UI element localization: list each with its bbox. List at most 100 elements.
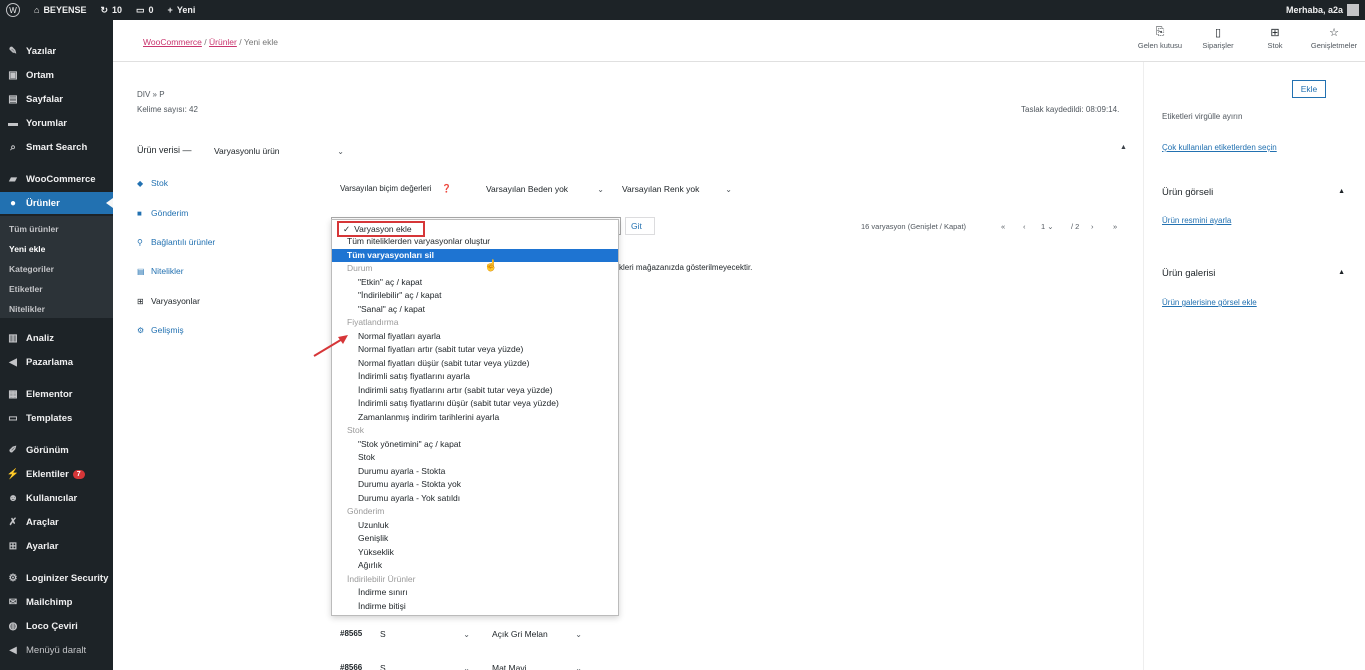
variation-color-value: Açık Gri Melan <box>492 629 548 639</box>
prev-page-icon[interactable]: ‹ <box>1023 222 1026 231</box>
orders-button[interactable]: ▯ Siparişler <box>1193 26 1243 50</box>
pin-icon: ✎ <box>8 45 18 57</box>
last-page-icon[interactable]: » <box>1113 222 1117 231</box>
sidebar-item-analytics[interactable]: ▥ Analiz <box>0 327 113 349</box>
stock-button[interactable]: ⊞ Stok <box>1250 26 1300 50</box>
dropdown-option[interactable]: İndirme bitişi <box>358 600 406 613</box>
sidebar-collapse-menu[interactable]: ◀ Menüyü daralt <box>0 639 113 661</box>
tab-shipping[interactable]: ■ Gönderim <box>137 208 188 218</box>
sidebar-item-media[interactable]: ▣ Ortam <box>0 64 113 86</box>
collapse-image-icon[interactable]: ▲ <box>1338 188 1345 195</box>
variation-color-select[interactable]: Mat Mavi ⌄ <box>487 659 587 670</box>
dropdown-option[interactable]: Uzunluk <box>358 519 389 532</box>
variation-size-select[interactable]: S ⌄ <box>375 659 475 670</box>
inbox-button[interactable]: ⎘ Gelen kutusu <box>1135 26 1185 50</box>
dropdown-option[interactable]: "Sanal" aç / kapat <box>358 303 425 316</box>
popular-tags-link[interactable]: Çok kullanılan etiketlerden seçin <box>1162 143 1277 152</box>
collapse-gallery-icon[interactable]: ▲ <box>1338 269 1345 276</box>
site-name-link[interactable]: ⌂ BEYENSE <box>34 5 86 15</box>
wordpress-logo-icon[interactable]: W <box>6 3 20 17</box>
comments-link[interactable]: ▭ 0 <box>136 5 154 16</box>
bulk-actions-dropdown[interactable]: ✓ Varyasyon ekle Tüm niteliklerden varya… <box>331 219 619 616</box>
submenu-all-products[interactable]: Tüm ürünler <box>9 224 59 234</box>
variation-count[interactable]: 16 varyasyon (Genişlet / Kapat) <box>861 222 966 231</box>
sidebar-item-tools[interactable]: ✗ Araçlar <box>0 511 113 533</box>
page-select[interactable]: 1 ⌄ <box>1041 222 1054 231</box>
dropdown-option[interactable]: İndirme sınırı <box>358 586 408 599</box>
dropdown-option[interactable]: "İndirilebilir" aç / kapat <box>358 289 442 302</box>
sidebar-item-label: Sayfalar <box>26 93 63 105</box>
submenu-add-new[interactable]: Yeni ekle <box>9 244 45 254</box>
account-menu[interactable]: Merhaba, a2a <box>1286 0 1359 20</box>
plus-icon: + <box>167 5 173 15</box>
dropdown-option[interactable]: Normal fiyatları ayarla <box>358 330 441 343</box>
submenu-categories[interactable]: Kategoriler <box>9 264 54 274</box>
default-size-select[interactable]: Varsayılan Beden yok ⌄ <box>481 180 609 198</box>
new-content-link[interactable]: + Yeni <box>168 5 196 15</box>
dropdown-option[interactable]: Genişlik <box>358 532 388 545</box>
help-icon[interactable]: ❓ <box>442 184 452 193</box>
sidebar-item-smart-search[interactable]: ⌕ Smart Search <box>0 136 113 158</box>
tab-variations[interactable]: ⊞ Varyasyonlar <box>137 296 200 306</box>
set-product-image-link[interactable]: Ürün resmini ayarla <box>1162 216 1231 225</box>
sidebar-item-comments[interactable]: ▬ Yorumlar <box>0 112 113 134</box>
tab-linked-products[interactable]: ⚲ Bağlantılı ürünler <box>137 237 215 247</box>
go-button[interactable]: Git <box>625 217 655 235</box>
sidebar-item-loco[interactable]: ◍ Loco Çeviri <box>0 615 113 637</box>
dropdown-option[interactable]: İndirimli satış fiyatlarını artır (sabit… <box>358 384 553 397</box>
extensions-button[interactable]: ☆ Genişletmeler <box>1309 26 1359 50</box>
tab-attributes[interactable]: ▤ Nitelikler <box>137 266 184 276</box>
sidebar-item-mailchimp[interactable]: ✉ Mailchimp <box>0 591 113 613</box>
breadcrumb-woocommerce[interactable]: WooCommerce <box>143 37 202 47</box>
dropdown-option[interactable]: Normal fiyatları düşür (sabit tutar veya… <box>358 357 529 370</box>
sidebar-item-posts[interactable]: ✎ Yazılar <box>0 40 113 62</box>
breadcrumb-products[interactable]: Ürünler <box>209 37 237 47</box>
dropdown-option[interactable]: Durumu ayarla - Stokta yok <box>358 478 461 491</box>
submenu-tags[interactable]: Etiketler <box>9 284 43 294</box>
next-page-icon[interactable]: › <box>1091 222 1094 231</box>
tab-inventory[interactable]: ◆ Stok <box>137 178 168 188</box>
products-submenu: Tüm ürünler Yeni ekle Kategoriler Etiket… <box>0 216 113 318</box>
dropdown-option[interactable]: Stok <box>358 451 375 464</box>
dropdown-option[interactable]: Ağırlık <box>358 559 382 572</box>
sidebar-item-marketing[interactable]: ◀ Pazarlama <box>0 351 113 373</box>
default-color-select[interactable]: Varsayılan Renk yok ⌄ <box>617 180 737 198</box>
dropdown-option[interactable]: Durumu ayarla - Yok satıldı <box>358 492 460 505</box>
dropdown-option[interactable]: İndirimli satış fiyatlarını ayarla <box>358 370 470 383</box>
updates-link[interactable]: ↻ 10 <box>100 5 122 16</box>
dropdown-option[interactable]: "Etkin" aç / kapat <box>358 276 422 289</box>
dropdown-option[interactable]: Zamanlanmış indirim tarihlerini ayarla <box>358 411 499 424</box>
dropdown-option[interactable]: Yükseklik <box>358 546 394 559</box>
sidebar-item-loginizer[interactable]: ⚙ Loginizer Security <box>0 567 113 589</box>
add-gallery-image-link[interactable]: Ürün galerisine görsel ekle <box>1162 298 1257 307</box>
dropdown-option[interactable]: İndirimli satış fiyatlarını düşür (sabit… <box>358 397 559 410</box>
sidebar-item-woocommerce[interactable]: ▰ WooCommerce <box>0 168 113 190</box>
sidebar-item-appearance[interactable]: ✐ Görünüm <box>0 439 113 461</box>
sidebar-item-products[interactable]: ● Ürünler <box>0 192 113 214</box>
dropdown-option[interactable]: "Stok yönetimini" aç / kapat <box>358 438 461 451</box>
sidebar-item-settings[interactable]: ⊞ Ayarlar <box>0 535 113 557</box>
tab-advanced[interactable]: ⚙ Gelişmiş <box>137 325 184 335</box>
submenu-attributes[interactable]: Nitelikler <box>9 304 45 314</box>
variation-size-select[interactable]: S ⌄ <box>375 625 475 643</box>
product-type-select[interactable]: Varyasyonlu ürün ⌄ <box>209 142 349 160</box>
sidebar-item-templates[interactable]: ▭ Templates <box>0 407 113 429</box>
sidebar-item-users[interactable]: ☻ Kullanıcılar <box>0 487 113 509</box>
hand-cursor-icon: ☝ <box>484 260 498 272</box>
brush-icon: ✐ <box>8 444 18 456</box>
sidebar-item-label: Menüyü daralt <box>26 644 87 656</box>
dropdown-option[interactable]: Tüm niteliklerden varyasyonlar oluştur <box>347 235 490 248</box>
add-tag-button[interactable]: Ekle <box>1292 80 1326 98</box>
first-page-icon[interactable]: « <box>1001 222 1005 231</box>
chevron-down-icon: ⌄ <box>463 629 470 639</box>
dropdown-option[interactable]: Normal fiyatları artır (sabit tutar veya… <box>358 343 523 356</box>
sidebar-item-label: Loco Çeviri <box>26 620 78 632</box>
dropdown-option[interactable]: Durumu ayarla - Stokta <box>358 465 445 478</box>
variation-color-select[interactable]: Açık Gri Melan ⌄ <box>487 625 587 643</box>
dropdown-option[interactable]: Tüm varyasyonları sil <box>332 248 618 262</box>
collapse-panel-icon[interactable]: ▲ <box>1120 144 1127 151</box>
sidebar-item-plugins[interactable]: ⚡ Eklentiler 7 <box>0 463 113 485</box>
sidebar-item-pages[interactable]: ▤ Sayfalar <box>0 88 113 110</box>
sidebar-item-elementor[interactable]: ▦ Elementor <box>0 383 113 405</box>
tab-label: Varyasyonlar <box>151 296 200 306</box>
